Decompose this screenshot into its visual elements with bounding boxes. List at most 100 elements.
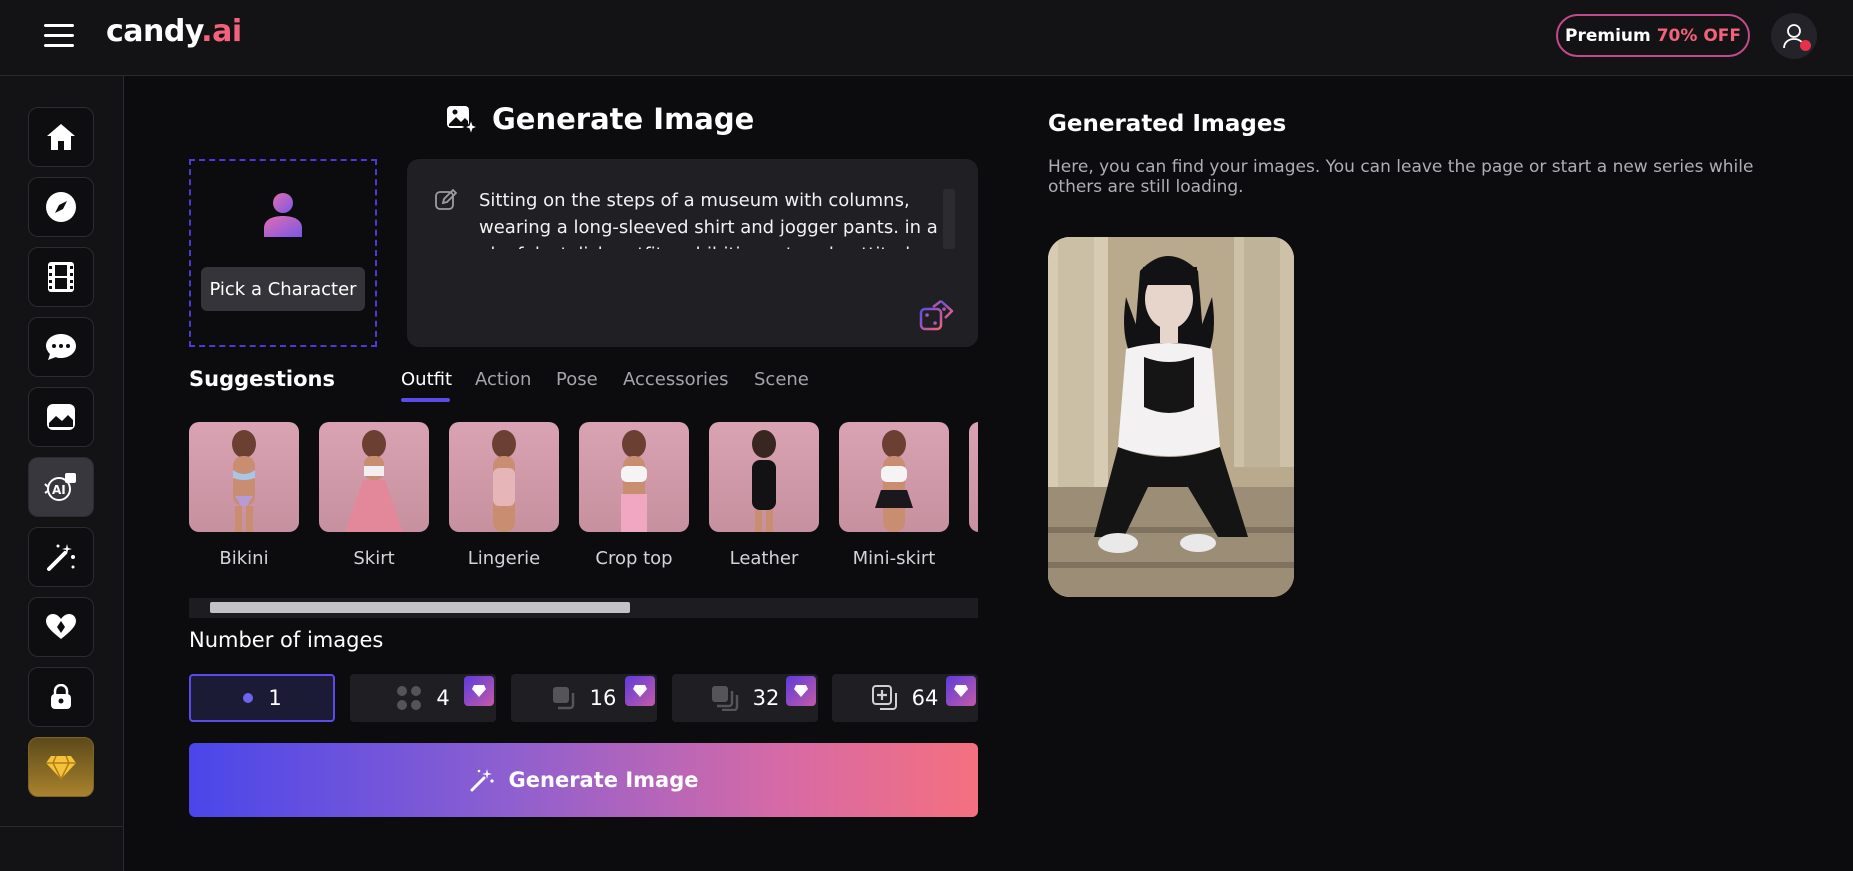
sidebar-item-explore[interactable] bbox=[28, 177, 94, 237]
prompt-box[interactable]: Sitting on the steps of a museum with co… bbox=[407, 159, 978, 347]
prompt-scrollbar[interactable] bbox=[943, 189, 955, 249]
sidebar-item-gallery[interactable] bbox=[28, 387, 94, 447]
count-option-64[interactable]: 64 bbox=[832, 674, 978, 722]
suggestion-leather[interactable]: Leather bbox=[709, 422, 819, 569]
edit-icon bbox=[435, 189, 457, 210]
outfit-suggestions: Bikini Skirt Lingerie Crop top Leather M… bbox=[189, 422, 978, 576]
suggestion-crop-top[interactable]: Crop top bbox=[579, 422, 689, 569]
prompt-input[interactable]: Sitting on the steps of a museum with co… bbox=[479, 187, 947, 249]
home-icon bbox=[47, 124, 75, 150]
svg-text:AI: AI bbox=[52, 483, 66, 497]
top-bar: candy.ai Premium 70% OFF bbox=[0, 0, 1853, 76]
notification-dot bbox=[1800, 40, 1811, 51]
sidebar-item-magic[interactable] bbox=[28, 527, 94, 587]
suggestion-thumbnail bbox=[709, 422, 819, 532]
number-of-images-title: Number of images bbox=[189, 628, 384, 652]
magic-wand-icon bbox=[47, 544, 75, 571]
suggestion-label: Mini-skirt bbox=[852, 548, 936, 569]
tab-accessories[interactable]: Accessories bbox=[623, 369, 729, 390]
chat-icon bbox=[46, 334, 76, 360]
suggestion-lingerie[interactable]: Lingerie bbox=[449, 422, 559, 569]
single-dot-icon bbox=[243, 693, 254, 703]
diamond-icon bbox=[794, 685, 808, 697]
suggestion-thumbnail bbox=[579, 422, 689, 532]
suggestion-thumbnail bbox=[969, 422, 978, 532]
sidebar-item-generate-image[interactable]: AI bbox=[28, 457, 94, 517]
film-icon bbox=[48, 262, 74, 292]
character-icon bbox=[264, 193, 302, 237]
heart-hands-icon bbox=[46, 614, 76, 639]
gallery-icon bbox=[47, 404, 75, 430]
profile-button[interactable] bbox=[1771, 13, 1817, 59]
suggestion-label: Skirt bbox=[353, 548, 395, 569]
count-label: 64 bbox=[911, 686, 939, 710]
suggestion-thumbnail bbox=[839, 422, 949, 532]
lock-icon bbox=[51, 684, 71, 709]
generate-image-button[interactable]: Generate Image bbox=[189, 743, 978, 817]
count-label: 1 bbox=[268, 686, 282, 710]
diamond-icon bbox=[633, 685, 647, 697]
pick-character-box[interactable]: Pick a Character bbox=[189, 159, 377, 347]
suggestion-label: Leather bbox=[729, 548, 799, 569]
suggestion-more[interactable] bbox=[969, 422, 978, 532]
random-dice-icon[interactable] bbox=[919, 297, 955, 333]
count-option-16[interactable]: 16 bbox=[511, 674, 657, 722]
active-tab-indicator bbox=[401, 398, 450, 402]
pick-character-button[interactable]: Pick a Character bbox=[201, 267, 365, 311]
generated-image[interactable] bbox=[1048, 237, 1294, 597]
count-option-4[interactable]: 4 bbox=[350, 674, 496, 722]
count-option-1[interactable]: 1 bbox=[189, 674, 335, 722]
page-title-text: Generate Image bbox=[492, 102, 755, 136]
add-stack-icon bbox=[871, 685, 897, 710]
grid-dots-icon bbox=[397, 686, 422, 710]
premium-label: Premium bbox=[1564, 25, 1651, 46]
suggestion-skirt[interactable]: Skirt bbox=[319, 422, 429, 569]
image-sparkle-icon bbox=[447, 106, 478, 135]
menu-icon[interactable] bbox=[44, 24, 74, 48]
tab-action[interactable]: Action bbox=[475, 369, 531, 390]
tab-outfit[interactable]: Outfit bbox=[401, 369, 452, 390]
suggestions-scrollbar[interactable] bbox=[189, 598, 978, 618]
ai-image-icon: AI bbox=[44, 473, 76, 501]
sidebar-item-private[interactable] bbox=[28, 667, 94, 727]
sidebar-divider bbox=[0, 826, 124, 827]
suggestion-label: Crop top bbox=[595, 548, 673, 569]
double-stack-icon bbox=[711, 686, 738, 711]
logo-text: candy bbox=[106, 14, 202, 49]
sidebar-item-videos[interactable] bbox=[28, 247, 94, 307]
tab-scene[interactable]: Scene bbox=[754, 369, 809, 390]
page-title: Generate Image bbox=[446, 102, 754, 136]
diamond-icon bbox=[954, 685, 968, 697]
tab-pose[interactable]: Pose bbox=[556, 369, 598, 390]
suggestion-thumbnail bbox=[189, 422, 299, 532]
stack-icon bbox=[552, 687, 574, 710]
generated-image-picture bbox=[1048, 237, 1294, 597]
generated-images-title: Generated Images bbox=[1048, 111, 1287, 137]
suggestion-label: Lingerie bbox=[467, 548, 541, 569]
sidebar-item-home[interactable] bbox=[28, 107, 94, 167]
diamond-icon bbox=[472, 685, 486, 697]
premium-badge bbox=[946, 676, 976, 706]
logo-suffix: .ai bbox=[201, 14, 242, 49]
suggestions-title: Suggestions bbox=[189, 367, 335, 391]
logo[interactable]: candy.ai bbox=[106, 14, 242, 49]
compass-icon bbox=[46, 192, 76, 222]
count-label: 16 bbox=[589, 686, 617, 710]
suggestion-thumbnail bbox=[449, 422, 559, 532]
suggestion-label: Bikini bbox=[219, 548, 269, 569]
sidebar-item-favorites[interactable] bbox=[28, 597, 94, 657]
suggestion-mini-skirt[interactable]: Mini-skirt bbox=[839, 422, 949, 569]
sidebar: AI bbox=[0, 76, 124, 871]
scrollbar-thumb[interactable] bbox=[210, 602, 630, 613]
sidebar-item-premium[interactable] bbox=[28, 737, 94, 797]
premium-badge bbox=[786, 676, 816, 706]
diamond-icon bbox=[46, 755, 76, 780]
premium-badge bbox=[464, 676, 494, 706]
count-option-32[interactable]: 32 bbox=[672, 674, 818, 722]
premium-badge bbox=[625, 676, 655, 706]
count-label: 32 bbox=[752, 686, 780, 710]
sidebar-item-chat[interactable] bbox=[28, 317, 94, 377]
suggestion-thumbnail bbox=[319, 422, 429, 532]
premium-button[interactable]: Premium 70% OFF bbox=[1556, 14, 1750, 57]
suggestion-bikini[interactable]: Bikini bbox=[189, 422, 299, 569]
